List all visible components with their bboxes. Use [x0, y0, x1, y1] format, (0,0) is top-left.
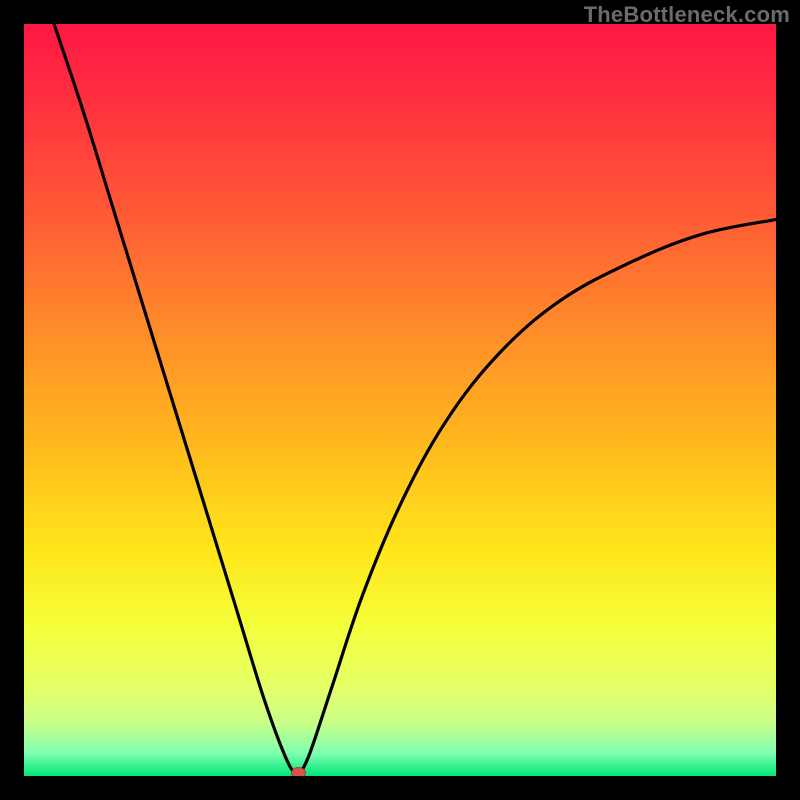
bottleneck-plot — [0, 0, 800, 800]
watermark-text: TheBottleneck.com — [584, 2, 790, 28]
plot-area — [24, 24, 776, 779]
chart-stage: TheBottleneck.com — [0, 0, 800, 800]
gradient-background — [24, 24, 776, 776]
